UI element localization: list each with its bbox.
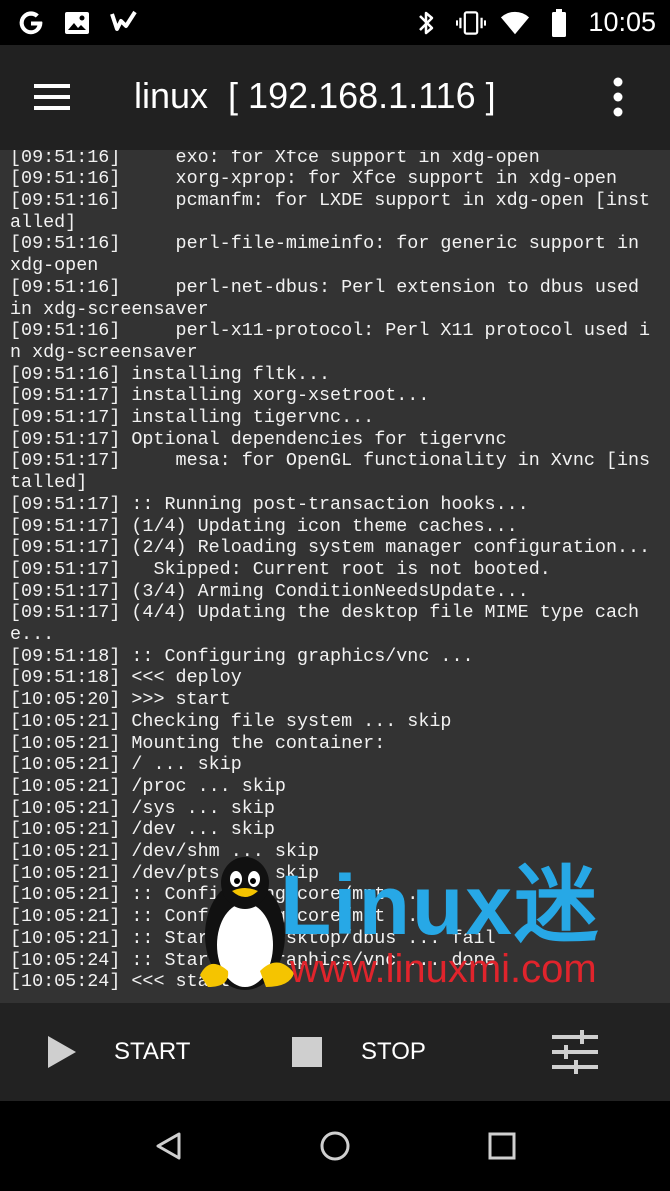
home-icon[interactable] bbox=[312, 1123, 358, 1169]
log-line: [10:05:21] /sys ... skip bbox=[10, 797, 275, 819]
tune-sliders-icon bbox=[552, 1030, 598, 1074]
stop-button[interactable]: STOP bbox=[291, 1003, 426, 1101]
log-line: [09:51:17] (3/4) Arming ConditionNeedsUp… bbox=[10, 580, 529, 602]
log-line: [09:51:17] (2/4) Reloading system manage… bbox=[10, 537, 651, 559]
hamburger-menu-icon[interactable] bbox=[22, 71, 82, 123]
recents-icon[interactable] bbox=[479, 1123, 525, 1169]
check-list-icon bbox=[108, 8, 138, 38]
start-label: START bbox=[114, 1038, 191, 1065]
back-icon[interactable] bbox=[145, 1123, 191, 1169]
log-line: [09:51:16] xorg-xprop: for Xfce support … bbox=[10, 168, 617, 190]
battery-icon bbox=[544, 8, 574, 38]
play-icon bbox=[48, 1036, 76, 1068]
bluetooth-icon bbox=[412, 8, 442, 38]
log-line: [10:05:24] <<< start bbox=[10, 971, 231, 993]
log-line: [09:51:16] perl-net-dbus: Perl extension… bbox=[10, 276, 651, 320]
settings-button[interactable] bbox=[552, 1003, 598, 1101]
terminal-log-view[interactable]: [09:51:16] exo: for Xfce support in xdg-… bbox=[0, 150, 670, 1003]
log-line: [10:05:21] /proc ... skip bbox=[10, 775, 286, 797]
log-line: [10:05:21] Checking file system ... skip bbox=[10, 710, 452, 732]
log-line: [09:51:18] <<< deploy bbox=[10, 667, 242, 689]
log-line: [09:51:18] :: Configuring graphics/vnc .… bbox=[10, 645, 474, 667]
status-bar-left bbox=[0, 8, 138, 38]
log-line: [10:05:21] :: Configuring core/mnt ... bbox=[10, 884, 430, 906]
log-line: [09:51:16] installing fltk... bbox=[10, 363, 331, 385]
log-line: [09:51:17] (1/4) Updating icon theme cac… bbox=[10, 515, 518, 537]
bottom-action-bar: START STOP bbox=[0, 1003, 670, 1101]
log-line: [09:51:16] pcmanfm: for LXDE support in … bbox=[10, 189, 651, 233]
log-line: [10:05:21] :: Starting desktop/dbus ... … bbox=[10, 927, 496, 949]
system-nav-bar bbox=[0, 1101, 670, 1191]
log-line: [09:51:16] perl-file-mimeinfo: for gener… bbox=[10, 233, 651, 277]
log-line: [09:51:16] exo: for Xfce support in xdg-… bbox=[10, 150, 540, 168]
page-title: linux [ 192.168.1.116 ] bbox=[134, 75, 496, 116]
stop-label: STOP bbox=[361, 1038, 426, 1065]
app-bar: linux [ 192.168.1.116 ] bbox=[0, 45, 670, 150]
clock: 10:05 bbox=[588, 7, 656, 37]
log-line: [10:05:20] >>> start bbox=[10, 689, 231, 711]
log-line: [09:51:17] installing xorg-xsetroot... bbox=[10, 385, 430, 407]
vibrate-icon bbox=[456, 8, 487, 38]
log-line: [10:05:21] :: Configuring core/mnt ... bbox=[10, 906, 430, 928]
wifi-icon bbox=[500, 8, 530, 38]
more-vert-icon[interactable] bbox=[596, 71, 640, 123]
log-line: [10:05:21] Mounting the container: bbox=[10, 732, 386, 754]
log-line: [09:51:17] :: Running post-transaction h… bbox=[10, 493, 529, 515]
log-line: [09:51:17] mesa: for OpenGL functionalit… bbox=[10, 450, 651, 494]
status-bar-right: 10:05 bbox=[412, 7, 670, 38]
log-line: [09:51:17] installing tigervnc... bbox=[10, 407, 375, 429]
log-line: [10:05:21] /dev/pts ... skip bbox=[10, 862, 320, 884]
log-line: [10:05:21] /dev ... skip bbox=[10, 819, 275, 841]
log-line: [10:05:21] / ... skip bbox=[10, 754, 242, 776]
log-line: [10:05:21] /dev/shm ... skip bbox=[10, 841, 320, 863]
log-line: [09:51:16] perl-x11-protocol: Perl X11 p… bbox=[10, 320, 651, 363]
google-g-icon bbox=[16, 8, 46, 38]
log-output: [09:51:16] exo: for Xfce support in xdg-… bbox=[10, 150, 660, 993]
log-line: [09:51:17] (4/4) Updating the desktop fi… bbox=[10, 602, 640, 646]
status-bar: 10:05 bbox=[0, 0, 670, 45]
log-line: [09:51:17] Skipped: Current root is not … bbox=[10, 558, 551, 580]
image-icon bbox=[62, 8, 92, 38]
log-line: [09:51:17] Optional dependencies for tig… bbox=[10, 428, 507, 450]
stop-icon bbox=[292, 1037, 322, 1067]
log-line: [10:05:24] :: Starting graphics/vnc ... … bbox=[10, 949, 496, 971]
start-button[interactable]: START bbox=[46, 1003, 190, 1101]
